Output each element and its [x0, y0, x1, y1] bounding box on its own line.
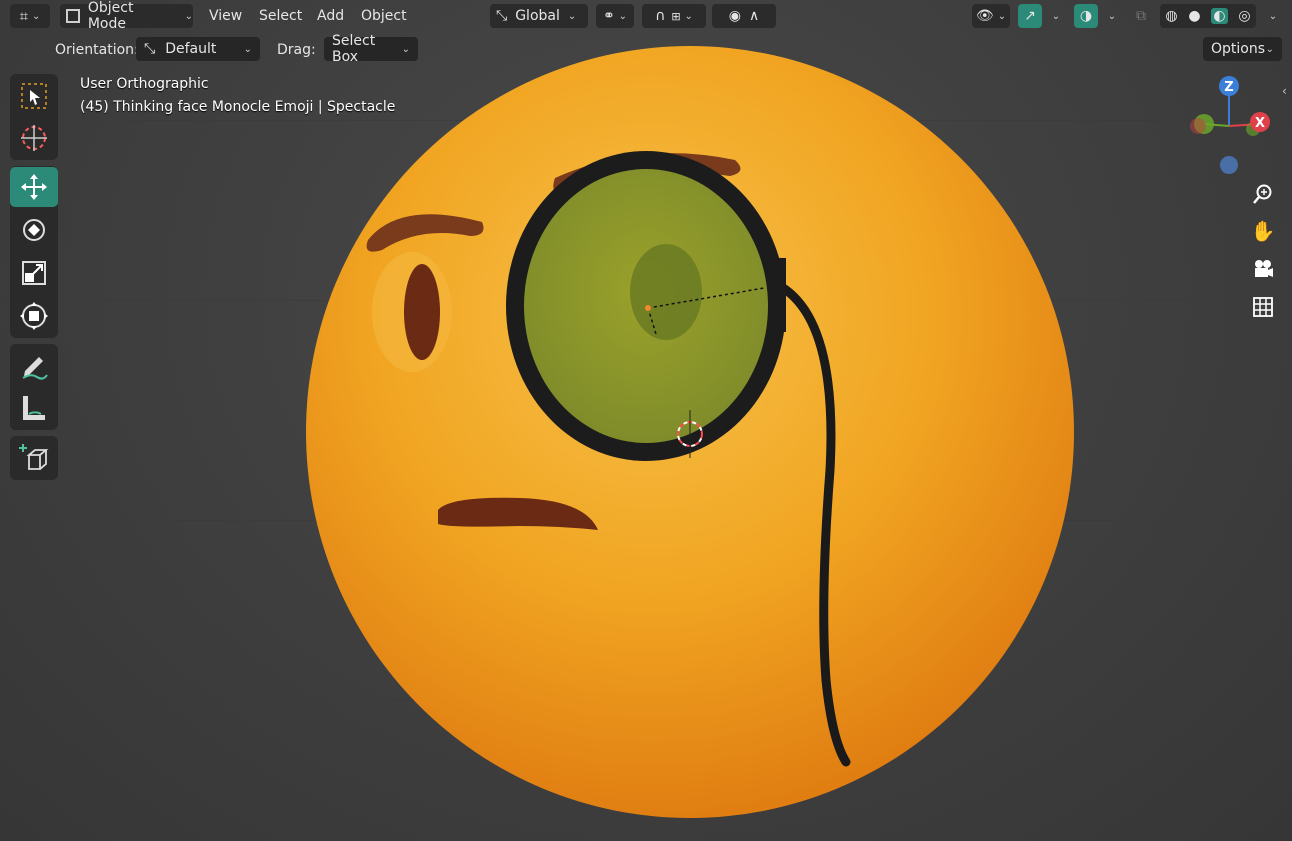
grid-icon — [1253, 297, 1273, 317]
transform-orientation-dropdown[interactable]: ⤡ Global ⌄ — [490, 4, 588, 28]
measure-tool[interactable] — [10, 388, 58, 428]
x-axis-label: X — [1255, 116, 1265, 131]
editor-type-icon: ⌗ — [19, 7, 29, 25]
solid-shading-icon[interactable]: ● — [1188, 8, 1200, 24]
mode-dropdown[interactable]: Object Mode ⌄ — [60, 0, 193, 32]
pivot-point-button[interactable]: ⚭ ⌄ — [596, 4, 634, 28]
chevron-down-icon: ⌄ — [684, 10, 693, 22]
orientation-value: Default — [165, 41, 217, 57]
visibility-button[interactable]: 👁 ⌄ — [972, 4, 1010, 28]
select-box-tool[interactable] — [10, 76, 58, 116]
zoom-icon — [1253, 184, 1272, 204]
monocle-clip — [772, 258, 786, 332]
chevron-down-icon: ⌄ — [1265, 43, 1274, 55]
move-icon — [21, 174, 47, 200]
measure-icon — [23, 396, 45, 420]
pan-button[interactable]: ✋ — [1246, 214, 1280, 248]
orientation-setting-dropdown[interactable]: ⤡ Default ⌄ — [136, 37, 260, 61]
monocle-eye — [630, 244, 702, 340]
overlay-dropdown[interactable]: ⌄ — [1100, 4, 1120, 28]
drag-setting-label: Drag: — [277, 42, 316, 58]
shading-modes: ◍ ● ◐ ◎ — [1160, 4, 1256, 28]
zoom-button[interactable] — [1246, 177, 1280, 211]
proportional-editing-button[interactable]: ◉ ∧ — [712, 4, 776, 28]
material-preview-icon[interactable]: ◐ — [1211, 8, 1228, 24]
chevron-down-icon: ⌄ — [184, 10, 193, 22]
scale-icon — [22, 261, 46, 285]
chevron-down-icon: ⌄ — [618, 10, 628, 22]
options-label: Options — [1211, 41, 1266, 57]
camera-icon — [1255, 260, 1273, 277]
gizmo-toggle[interactable]: ↗ — [1018, 4, 1042, 28]
chevron-down-icon: ⌄ — [243, 43, 252, 55]
scale-tool[interactable] — [10, 253, 58, 293]
chevron-down-icon: ⌄ — [1268, 10, 1278, 22]
chevron-down-icon: ⌄ — [1051, 10, 1061, 22]
rotate-tool[interactable] — [10, 210, 58, 250]
object-origin — [645, 305, 651, 311]
viewport-header: ⌗ ⌄ Object Mode ⌄ View Select Add Object … — [0, 0, 1292, 32]
chevron-down-icon: ⌄ — [997, 10, 1007, 22]
transform-tool[interactable] — [10, 296, 58, 336]
orientation-setting-label: Orientation: — [55, 42, 139, 58]
view-name: User Orthographic — [80, 76, 209, 92]
magnet-icon: ∩ — [655, 8, 666, 24]
cursor-tool[interactable] — [10, 118, 58, 158]
z-axis-label: Z — [1224, 80, 1233, 95]
hand-icon: ✋ — [1250, 219, 1276, 243]
shading-dropdown[interactable]: ⌄ — [1260, 4, 1282, 28]
overlay-icon: ◑ — [1079, 8, 1093, 24]
perspective-toggle-button[interactable] — [1246, 290, 1280, 324]
annotate-icon — [22, 357, 48, 380]
proportional-edit-icon: ◉ — [728, 8, 741, 24]
annotate-tool[interactable] — [10, 346, 58, 386]
orientation-icon: ⤡ — [144, 41, 156, 57]
eye-icon: 👁 — [975, 8, 994, 24]
add-cube-icon — [19, 444, 49, 470]
3d-viewport[interactable]: ⌗ ⌄ Object Mode ⌄ View Select Add Object … — [0, 0, 1292, 841]
xray-icon: ⧉ — [1136, 8, 1146, 24]
transform-icon — [20, 302, 48, 330]
object-info: (45) Thinking face Monocle Emoji | Spect… — [80, 99, 396, 115]
select-box-icon — [21, 83, 47, 109]
sidebar-toggle-icon[interactable]: ‹ — [1282, 84, 1287, 98]
menu-add[interactable]: Add — [317, 6, 344, 26]
left-eye — [404, 264, 440, 360]
wireframe-shading-icon[interactable]: ◍ — [1165, 8, 1177, 24]
falloff-curve-icon: ∧ — [748, 8, 760, 24]
xray-toggle[interactable]: ⧉ — [1130, 4, 1152, 28]
object-mode-icon — [66, 9, 80, 23]
menu-object[interactable]: Object — [361, 6, 407, 26]
scene-render — [306, 46, 1074, 818]
pivot-icon: ⚭ — [602, 8, 615, 24]
camera-view-button[interactable] — [1246, 252, 1280, 286]
gizmo-icon: ↗ — [1024, 8, 1036, 24]
chevron-down-icon: ⌄ — [401, 43, 410, 55]
chevron-down-icon: ⌄ — [1107, 10, 1117, 22]
drag-value: Select Box — [332, 33, 376, 65]
rotate-icon — [23, 219, 45, 241]
rendered-shading-icon[interactable]: ◎ — [1238, 8, 1250, 24]
chevron-down-icon: ⌄ — [32, 10, 41, 22]
menu-view[interactable]: View — [209, 6, 242, 26]
menu-select[interactable]: Select — [259, 6, 302, 26]
navigation-gizmo[interactable]: Z X — [1180, 74, 1280, 184]
drag-setting-dropdown[interactable]: Select Box ⌄ — [324, 33, 418, 65]
mode-label: Object Mode — [87, 0, 134, 32]
options-dropdown[interactable]: Options ⌄ — [1203, 37, 1282, 61]
chevron-down-icon: ⌄ — [567, 10, 577, 22]
move-tool[interactable] — [10, 167, 58, 207]
orientation-icon: ⤡ — [496, 8, 508, 24]
snap-button[interactable]: ∩ ⊞ ⌄ — [642, 4, 706, 28]
cursor-icon — [21, 125, 47, 151]
gizmo-dropdown[interactable]: ⌄ — [1044, 4, 1064, 28]
overlay-toggle[interactable]: ◑ — [1074, 4, 1098, 28]
editor-type-button[interactable]: ⌗ ⌄ — [10, 4, 50, 28]
neg-z-axis-handle — [1220, 156, 1238, 174]
add-cube-tool[interactable] — [10, 438, 58, 478]
orientation-label: Global — [515, 8, 560, 24]
snap-increment-icon: ⊞ — [671, 9, 681, 23]
